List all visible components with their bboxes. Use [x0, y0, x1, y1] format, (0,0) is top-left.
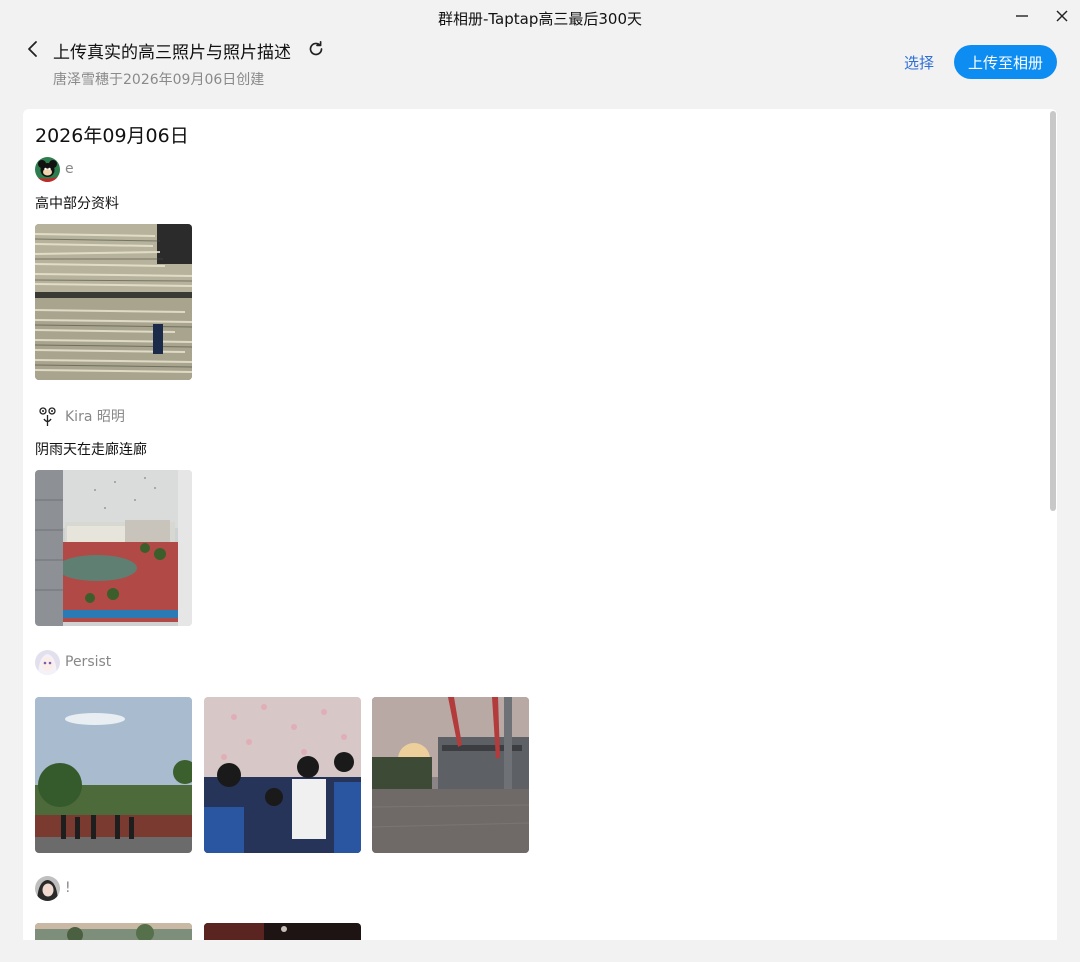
window-titlebar: 群相册-Taptap高三最后300天 — [0, 0, 1080, 32]
album-title: 上传真实的高三照片与照片描述 — [53, 43, 291, 63]
album-header: 上传真实的高三照片与照片描述 唐泽雪穗于2026年09月06日创建 选择 上传至… — [0, 32, 1080, 108]
post-description: 高中部分资料 — [35, 196, 119, 212]
photo-thumbnail[interactable] — [204, 923, 361, 940]
album-feed[interactable]: 2026年09月06日 e 高中部分资料 Kira 昭明 阴雨天在走廊连廊 Pe… — [23, 109, 1057, 940]
avatar[interactable] — [35, 875, 60, 901]
photo-thumbnail[interactable] — [372, 697, 529, 853]
refresh-button[interactable] — [305, 38, 327, 60]
select-button[interactable]: 选择 — [904, 52, 934, 73]
refresh-icon — [309, 40, 323, 56]
minimize-button[interactable] — [1008, 4, 1036, 28]
upload-to-album-button[interactable]: 上传至相册 — [954, 45, 1057, 79]
avatar[interactable] — [35, 649, 60, 675]
post-author[interactable]: e — [35, 156, 74, 182]
photo-thumbnail[interactable] — [35, 923, 192, 940]
author-name: Kira 昭明 — [65, 409, 125, 425]
author-name: Persist — [65, 654, 112, 670]
photo-thumbnail[interactable] — [204, 697, 361, 853]
post-author[interactable]: Persist — [35, 649, 112, 675]
close-button[interactable] — [1048, 4, 1076, 28]
photo-thumbnail[interactable] — [35, 224, 192, 380]
album-subtitle: 唐泽雪穗于2026年09月06日创建 — [53, 72, 265, 88]
close-icon — [1056, 10, 1068, 22]
post-author[interactable]: ! — [35, 875, 71, 901]
avatar[interactable] — [35, 403, 60, 429]
back-button[interactable] — [22, 38, 44, 60]
minimize-icon — [1016, 15, 1028, 17]
photo-thumbnail[interactable] — [35, 697, 192, 853]
post-author[interactable]: Kira 昭明 — [35, 403, 125, 429]
window-title: 群相册-Taptap高三最后300天 — [437, 10, 643, 28]
post-description: 阴雨天在走廊连廊 — [35, 442, 147, 458]
chevron-left-icon — [28, 41, 37, 57]
avatar[interactable] — [35, 156, 60, 182]
date-heading: 2026年09月06日 — [35, 125, 189, 147]
author-name: e — [65, 161, 74, 177]
photo-thumbnail[interactable] — [35, 470, 192, 626]
vertical-scrollbar[interactable] — [1050, 111, 1056, 511]
author-name: ! — [65, 880, 71, 896]
